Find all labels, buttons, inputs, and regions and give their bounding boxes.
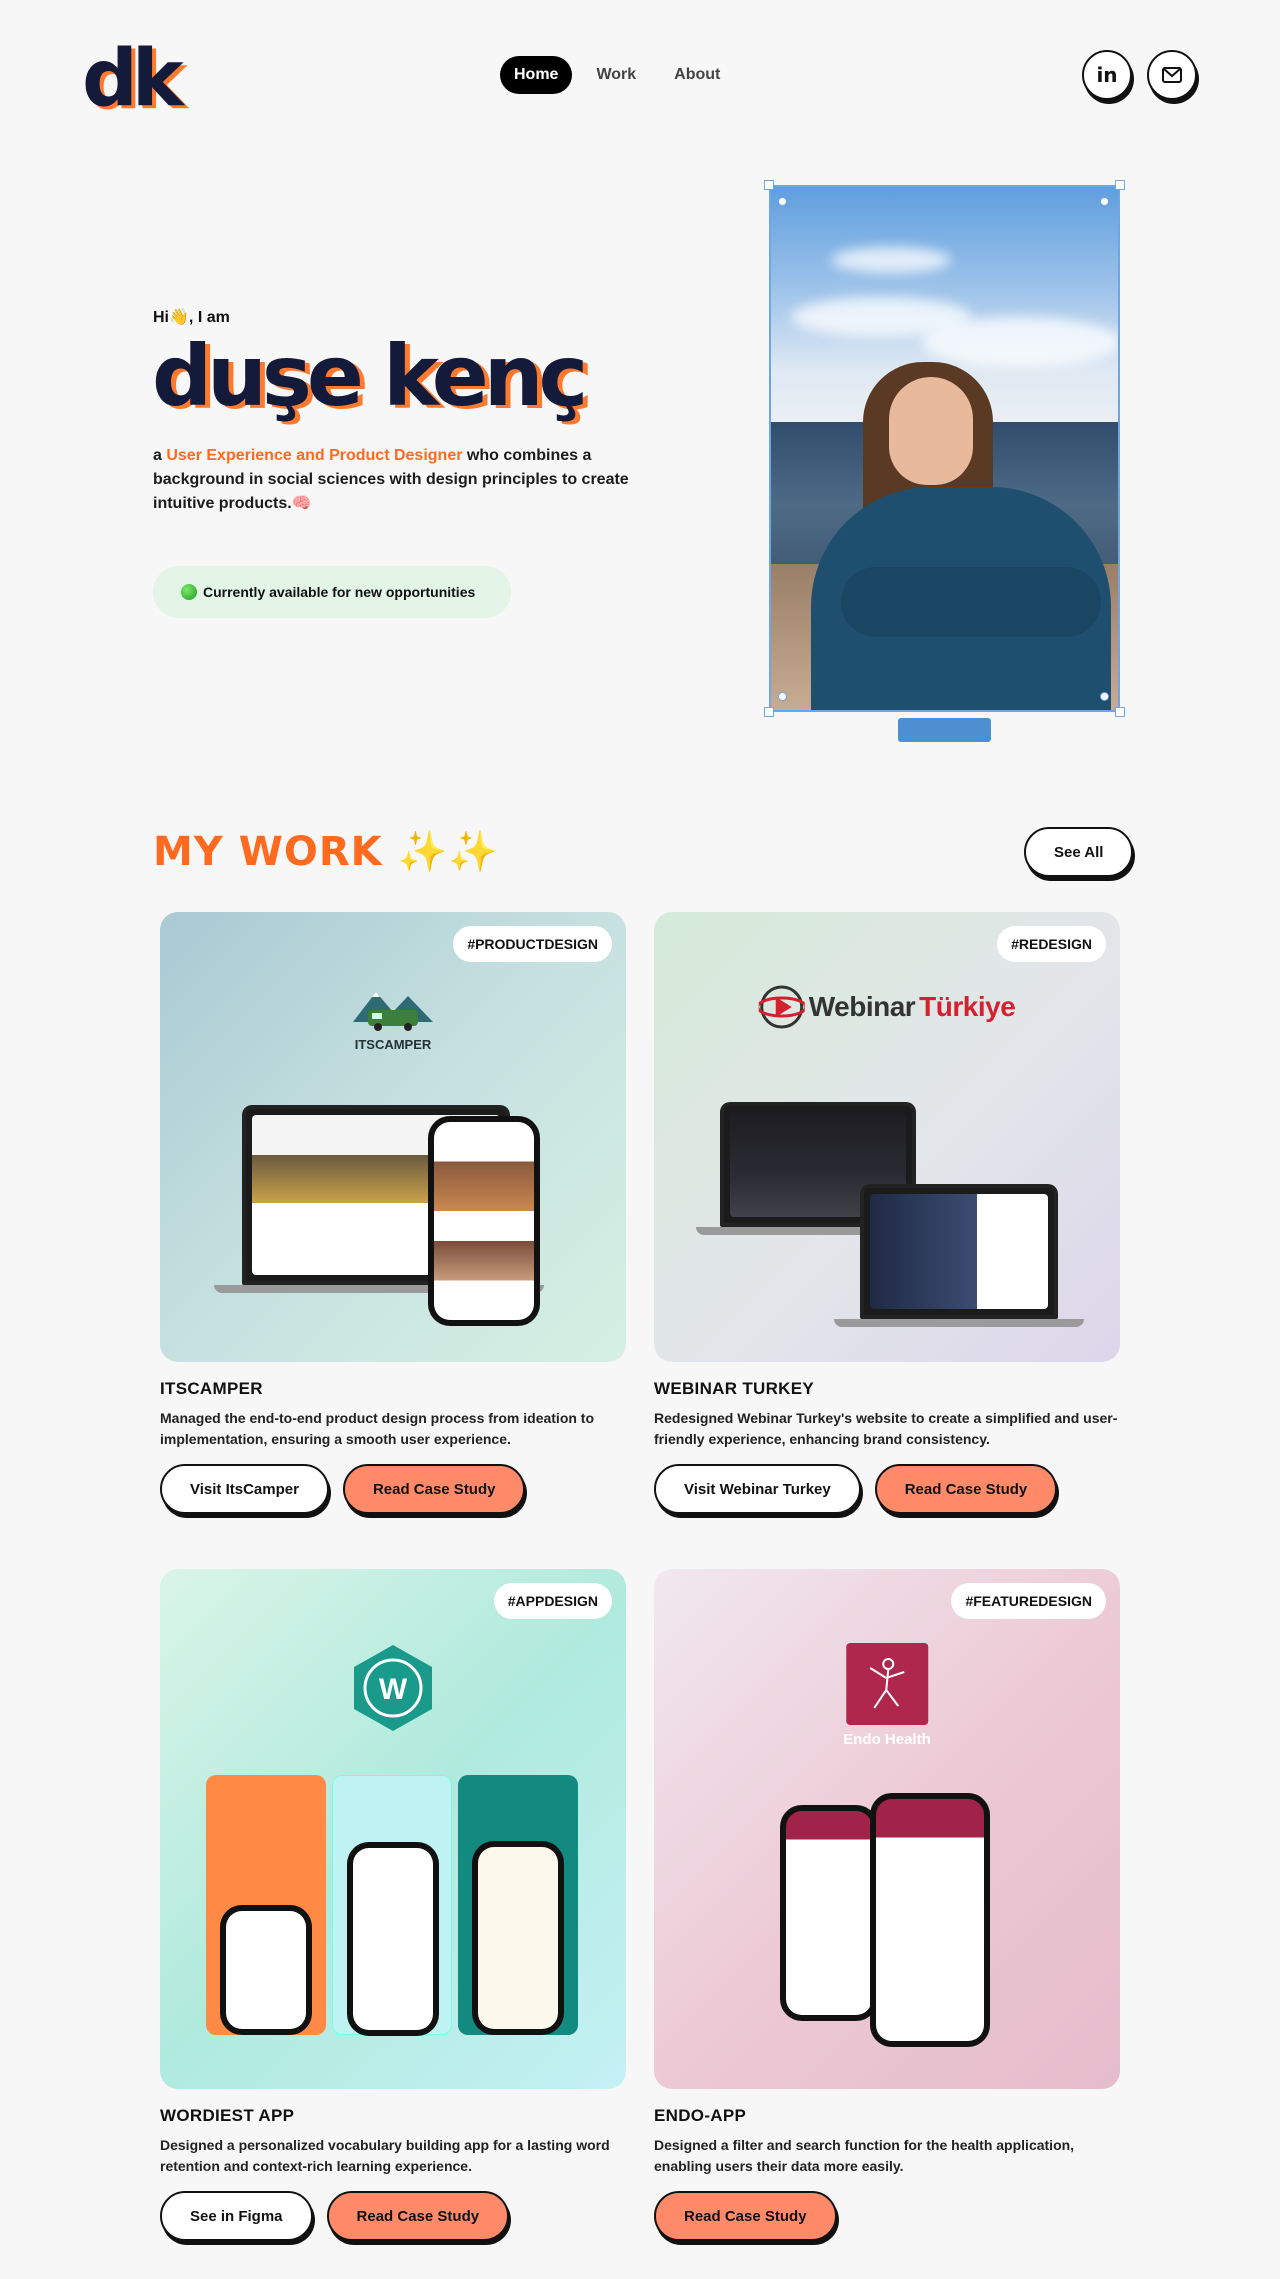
sparkles-icon: ✨✨ [397,829,500,875]
dancer-icon [869,1658,905,1709]
linkedin-icon: in [1096,63,1118,87]
wordiest-logo: W [350,1643,436,1738]
project-thumbnail[interactable]: #PRODUCTDESIGN ITSCAMPER [160,912,626,1362]
nav-work[interactable]: Work [582,56,650,94]
project-tag: #REDESIGN [997,926,1106,962]
project-tag: #APPDESIGN [493,1583,612,1619]
portrait-photo [769,185,1120,712]
hero-name: duşe kenç [152,327,588,425]
laptop-mockup [860,1184,1058,1319]
project-thumbnail[interactable]: #APPDESIGN W [160,1569,626,2089]
linkedin-button[interactable]: in [1082,50,1132,100]
svg-text:W: W [379,1673,408,1706]
webinar-logo: Webinar Türkiye [758,984,1016,1030]
hero-bio: a User Experience and Product Designer w… [153,447,629,512]
resize-handle[interactable] [1115,707,1125,717]
greeting: Hi👋, I am [153,309,230,326]
logo[interactable]: dk [82,40,184,118]
project-card-wordiest: #APPDESIGN W WORDIEST APP Designed a per… [160,1569,626,2241]
app-screen-panel [332,1775,452,2036]
availability-badge: Currently available for new opportunitie… [153,566,511,618]
project-title: WEBINAR TURKEY [654,1379,815,1398]
role-highlight: User Experience and Product Designer [166,447,463,464]
image-caption-handle[interactable] [898,718,991,742]
project-description: Designed a filter and search function fo… [654,2137,1075,2174]
main-nav: Home Work About [500,56,734,94]
project-title: WORDIEST APP [160,2106,295,2125]
project-description: Redesigned Webinar Turkey's website to c… [654,1410,1118,1447]
project-card-itscamper: #PRODUCTDESIGN ITSCAMPER ITSCAMPER Manag… [160,912,626,1514]
read-case-study-button[interactable]: Read Case Study [654,2191,837,2241]
app-screen-panel [206,1775,326,2035]
read-case-study-button[interactable]: Read Case Study [342,1464,526,1514]
project-description: Managed the end-to-end product design pr… [160,1410,595,1447]
read-case-study-button[interactable]: Read Case Study [874,1464,1058,1514]
mail-icon [1162,67,1182,83]
rotate-handle[interactable] [1100,197,1109,206]
section-title: MY WORK ✨✨ [153,829,500,875]
wordiest-hexagon-icon: W [354,1645,432,1731]
project-card-endo: #FEATUREDESIGN Endo Health ENDO-APP Desi… [654,1569,1120,2241]
phone-mockup [428,1116,540,1326]
itscamper-logo: ITSCAMPER [348,984,438,1052]
project-thumbnail[interactable]: #FEATUREDESIGN Endo Health [654,1569,1120,2089]
phone-mockup [780,1805,878,2021]
read-case-study-button[interactable]: Read Case Study [326,2191,510,2241]
green-dot-icon [181,584,197,600]
see-all-button[interactable]: See All [1024,827,1134,877]
visit-webinar-button[interactable]: Visit Webinar Turkey [654,1464,861,1514]
project-card-webinar: #REDESIGN Webinar Türkiye WEBINAR TURKEY … [654,912,1120,1514]
project-title: ENDO-APP [654,2106,747,2125]
app-screen-panel [458,1775,578,2035]
nav-home[interactable]: Home [500,56,573,94]
resize-handle[interactable] [1115,180,1125,190]
visit-itscamper-button[interactable]: Visit ItsCamper [160,1464,329,1514]
project-tag: #FEATUREDESIGN [951,1583,1106,1619]
phone-mockup [870,1793,990,2047]
resize-handle[interactable] [764,707,774,717]
project-thumbnail[interactable]: #REDESIGN Webinar Türkiye [654,912,1120,1362]
project-tag: #PRODUCTDESIGN [453,926,612,962]
project-title: ITSCAMPER [160,1379,263,1398]
mountain-van-icon [353,992,433,1031]
nav-about[interactable]: About [660,56,734,94]
see-in-figma-button[interactable]: See in Figma [160,2191,313,2241]
mail-button[interactable] [1147,50,1197,100]
resize-handle[interactable] [764,180,774,190]
play-globe-icon [758,985,805,1029]
rotate-handle[interactable] [778,692,787,701]
rotate-handle[interactable] [1100,692,1109,701]
endo-health-logo: Endo Health [843,1643,931,1748]
project-description: Designed a personalized vocabulary build… [160,2137,610,2174]
rotate-handle[interactable] [778,197,787,206]
